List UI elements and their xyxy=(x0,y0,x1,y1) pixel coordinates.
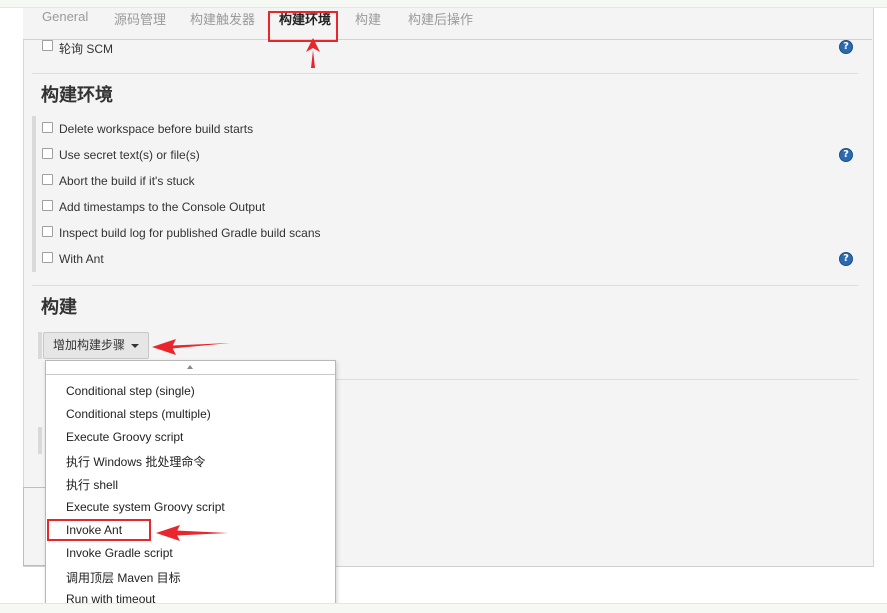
delete-workspace-checkbox[interactable] xyxy=(42,122,53,133)
tab-post-build[interactable]: 构建后操作 xyxy=(408,9,473,28)
with-ant-checkbox[interactable] xyxy=(42,252,53,263)
add-build-step-label: 增加构建步骤 xyxy=(53,338,126,352)
chevron-up-icon xyxy=(187,365,193,369)
help-icon[interactable]: ? xyxy=(839,252,853,266)
poll-scm-checkbox[interactable] xyxy=(42,40,53,51)
dropdown-scroll-up[interactable] xyxy=(46,361,335,375)
help-icon[interactable]: ? xyxy=(839,40,853,54)
secret-text-label: Use secret text(s) or file(s) xyxy=(59,148,200,162)
menu-item-windows-batch[interactable]: 执行 Windows 批处理命令 xyxy=(66,453,205,470)
menu-item-shell[interactable]: 执行 shell xyxy=(66,476,118,493)
invoke-ant-highlight-box xyxy=(47,519,151,541)
hidden-button-left-bar xyxy=(38,427,42,454)
help-icon[interactable]: ? xyxy=(839,148,853,162)
tab-build[interactable]: 构建 xyxy=(355,9,381,28)
section-divider xyxy=(32,73,858,74)
with-ant-label: With Ant xyxy=(59,252,104,266)
menu-item-maven-targets[interactable]: 调用顶层 Maven 目标 xyxy=(66,569,181,586)
top-strip xyxy=(0,0,887,8)
timestamps-checkbox[interactable] xyxy=(42,200,53,211)
caret-down-icon xyxy=(131,344,139,348)
build-step-dropdown: Conditional step (single) Conditional st… xyxy=(45,360,336,612)
menu-item-conditional-multiple[interactable]: Conditional steps (multiple) xyxy=(66,407,211,421)
menu-item-system-groovy[interactable]: Execute system Groovy script xyxy=(66,500,225,514)
tab-build-triggers[interactable]: 构建触发器 xyxy=(190,9,255,28)
add-build-step-button[interactable]: 增加构建步骤 xyxy=(43,332,149,359)
gradle-scans-checkbox[interactable] xyxy=(42,226,53,237)
build-heading: 构建 xyxy=(41,297,77,317)
tab-highlight-box xyxy=(268,11,338,42)
section-left-bar xyxy=(32,116,36,272)
menu-item-groovy-script[interactable]: Execute Groovy script xyxy=(66,430,183,444)
timestamps-label: Add timestamps to the Console Output xyxy=(59,200,266,214)
menu-item-conditional-single[interactable]: Conditional step (single) xyxy=(66,384,195,398)
section-divider xyxy=(32,285,858,286)
section-divider xyxy=(336,379,858,380)
delete-workspace-label: Delete workspace before build starts xyxy=(59,122,254,136)
build-env-heading: 构建环境 xyxy=(41,85,113,105)
save-bar-area xyxy=(23,487,45,566)
secret-text-checkbox[interactable] xyxy=(42,148,53,159)
button-left-bar xyxy=(38,332,42,359)
menu-item-invoke-gradle[interactable]: Invoke Gradle script xyxy=(66,546,173,560)
abort-stuck-checkbox[interactable] xyxy=(42,174,53,185)
poll-scm-label: 轮询 SCM xyxy=(59,42,114,56)
gradle-scans-label: Inspect build log for published Gradle b… xyxy=(59,226,321,240)
tab-source-code[interactable]: 源码管理 xyxy=(114,9,166,28)
abort-stuck-label: Abort the build if it's stuck xyxy=(59,174,195,188)
tab-general[interactable]: General xyxy=(42,9,88,24)
